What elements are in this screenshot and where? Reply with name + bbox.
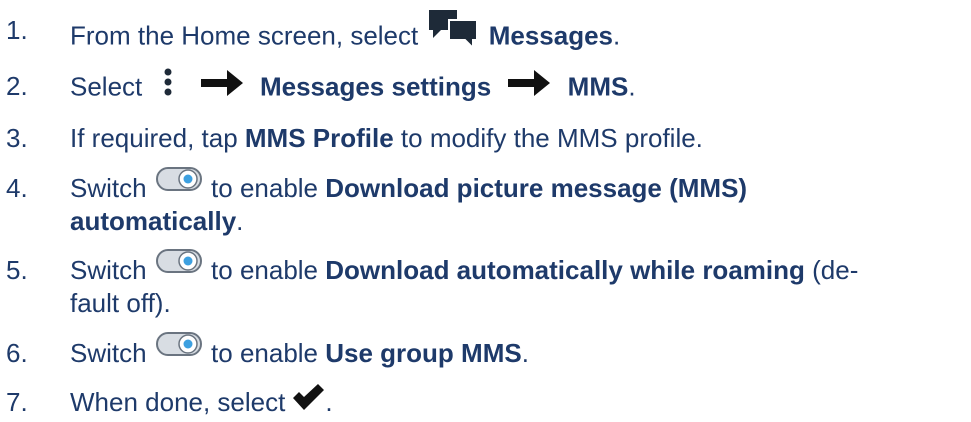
- step-number: 4.: [6, 173, 28, 203]
- toggle-switch-icon: [155, 165, 202, 200]
- arrow-right-icon: [199, 68, 245, 105]
- more-options-icon: [164, 68, 172, 105]
- step-text: Switch to enable Use group MMS.: [70, 331, 529, 373]
- step-text: automatically.: [70, 206, 244, 236]
- step-text: Select Messages settings MMS.: [70, 68, 636, 107]
- checkmark-icon: [291, 383, 325, 418]
- step-text: Switch to enable Download picture messag…: [70, 166, 747, 208]
- step-text: Switch to enable Download automatically …: [70, 248, 858, 290]
- step-number: 2.: [6, 71, 28, 101]
- toggle-switch-icon: [155, 247, 202, 282]
- toggle-switch-icon: [155, 330, 202, 365]
- step-text: From the Home screen, select Messages.: [70, 10, 620, 61]
- step-text: fault off).: [70, 288, 171, 318]
- step-number: 5.: [6, 255, 28, 285]
- step-number: 7.: [6, 387, 28, 417]
- step-text: If required, tap MMS Profile to modify t…: [70, 123, 703, 153]
- messages-icon: [427, 8, 479, 55]
- step-number: 6.: [6, 338, 28, 368]
- arrow-right-icon: [506, 68, 552, 105]
- step-text: When done, select .: [70, 383, 333, 422]
- step-number: 1.: [6, 15, 28, 45]
- step-number: 3.: [6, 123, 28, 153]
